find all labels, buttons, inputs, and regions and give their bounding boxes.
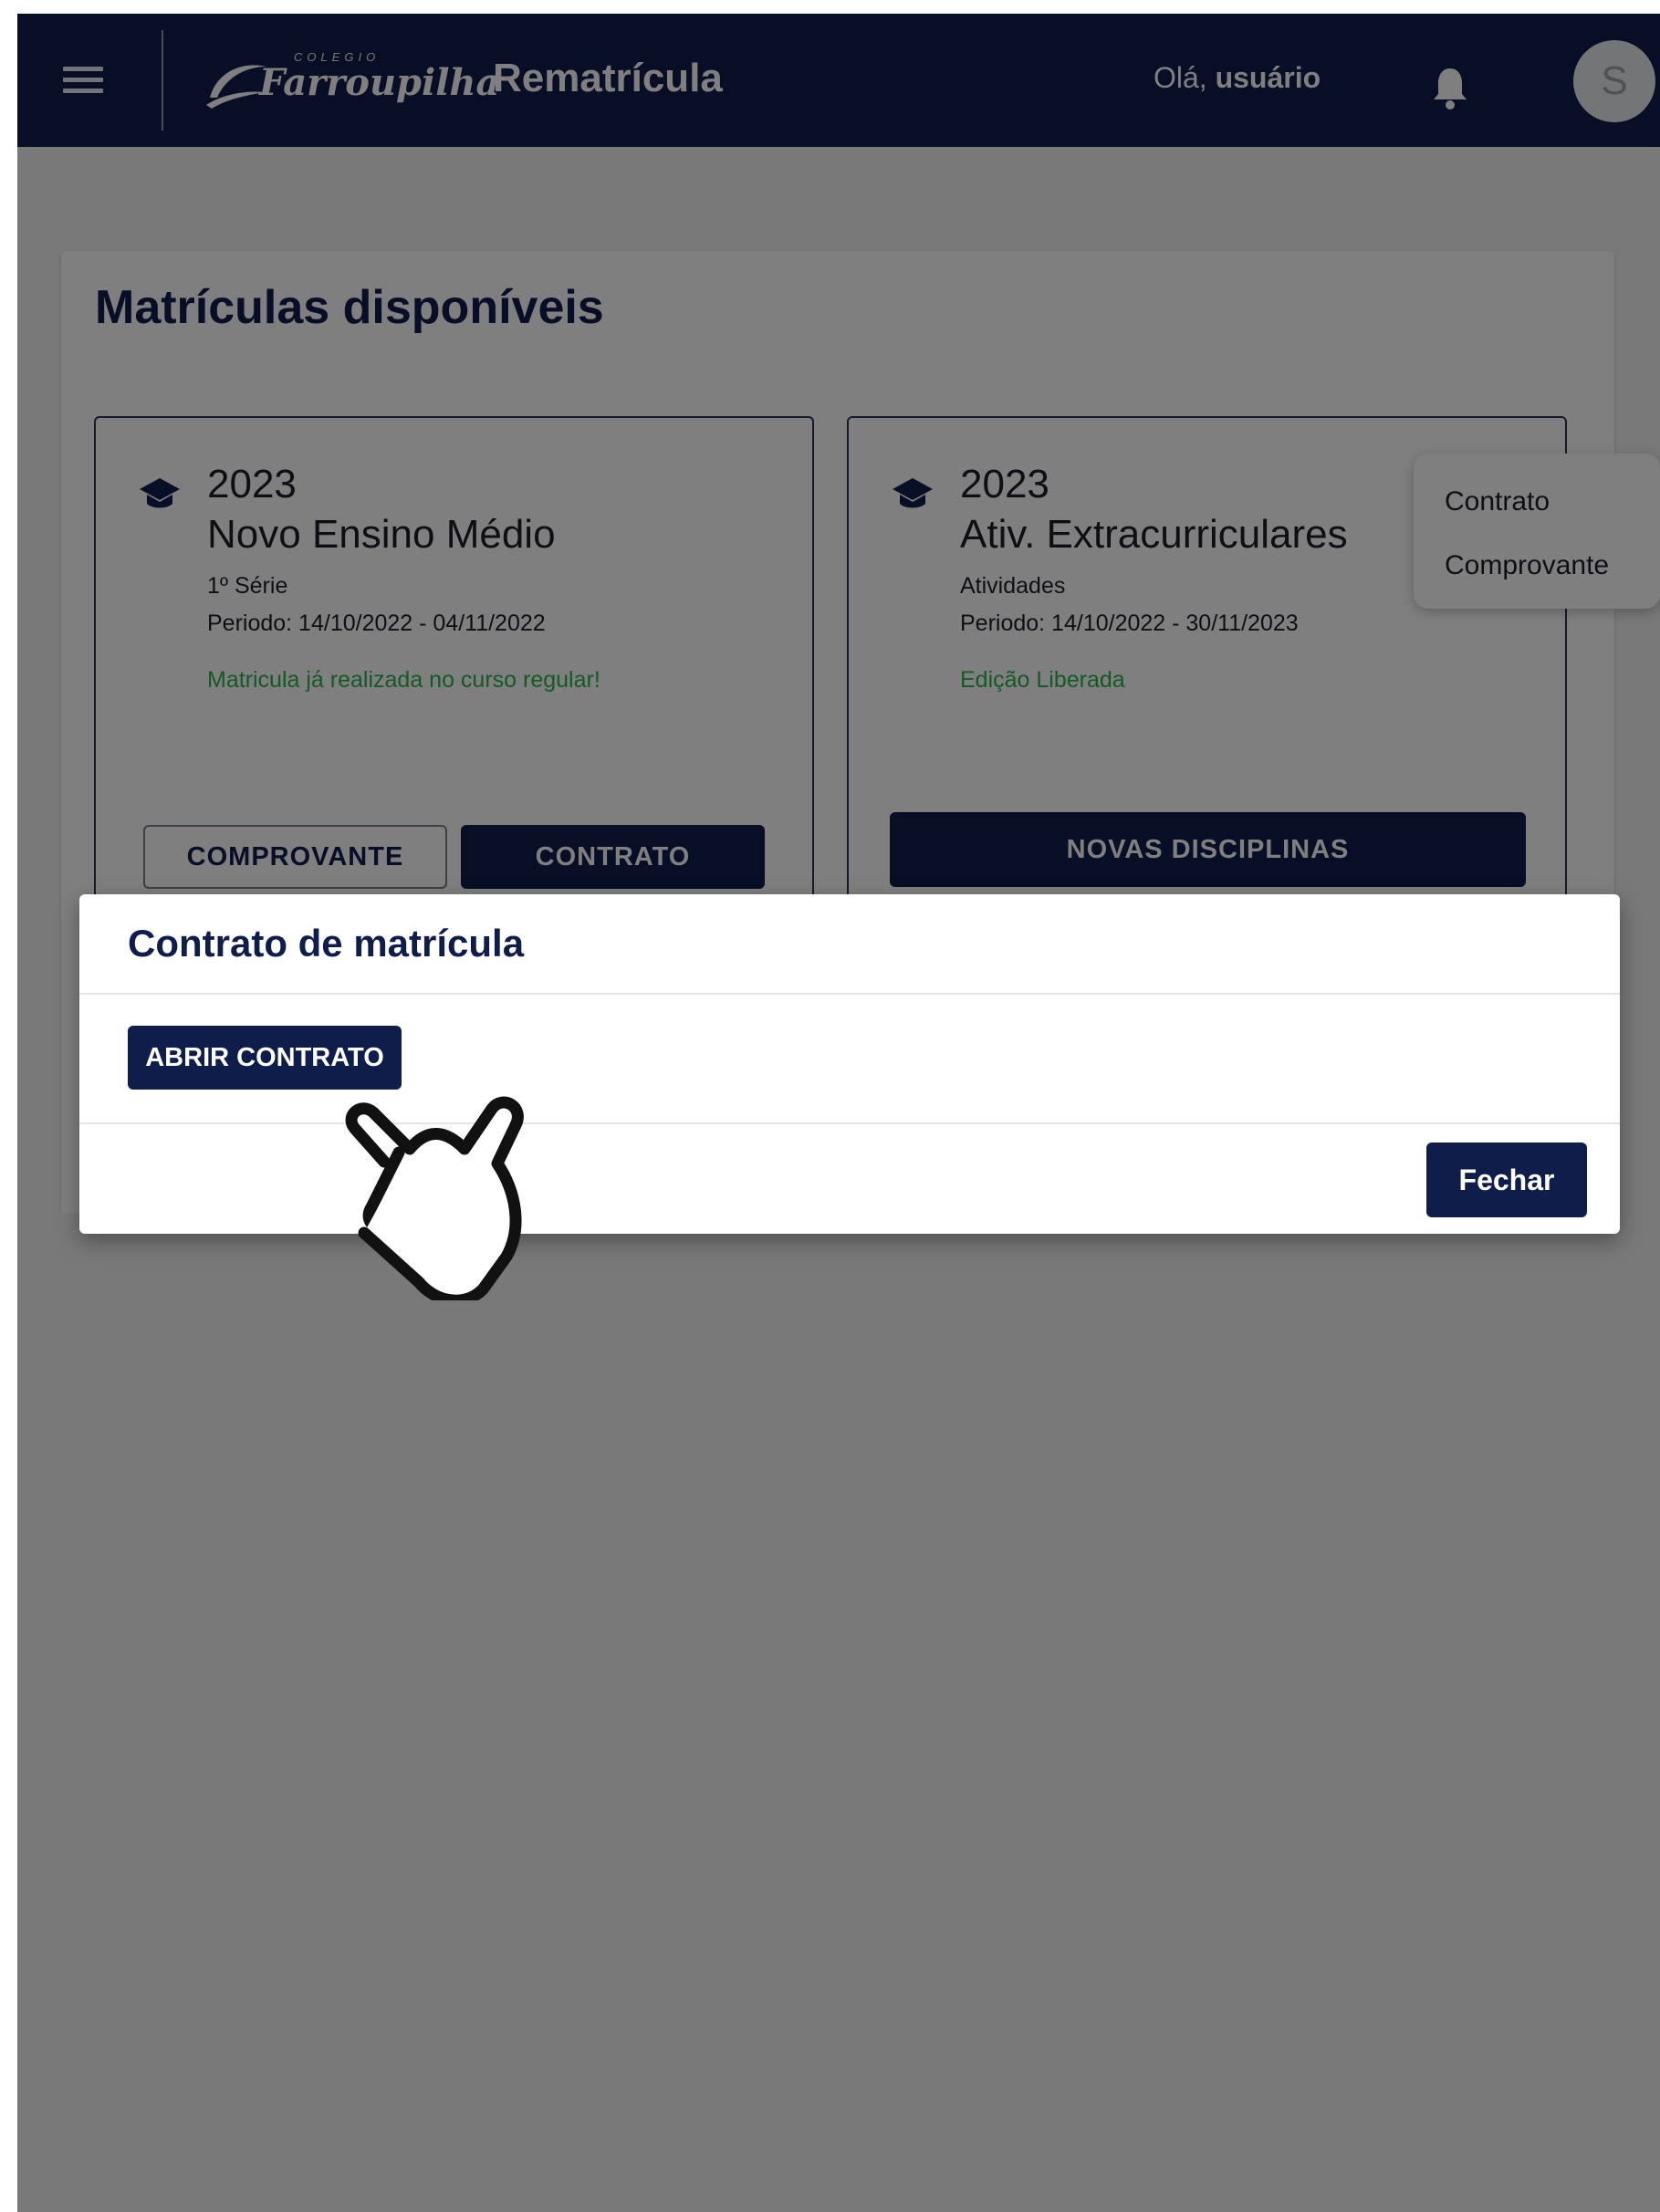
close-button[interactable]: Fechar <box>1426 1143 1587 1217</box>
app-frame: COLEGIO Farroupilha Rematrícula Olá, usu… <box>17 14 1660 2212</box>
dialog-title: Contrato de matrícula <box>128 922 525 965</box>
tap-hand-icon <box>345 1096 524 1300</box>
dialog-divider <box>79 1122 1620 1124</box>
contract-dialog: Contrato de matrícula ABRIR CONTRATO Fec… <box>79 894 1620 1234</box>
dialog-divider <box>79 993 1620 995</box>
